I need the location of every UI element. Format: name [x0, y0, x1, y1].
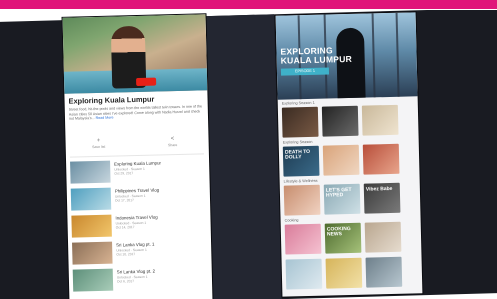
episode-meta-line2: Oct 17, 2017 [114, 198, 134, 203]
row-label: Exploring Season [282, 139, 313, 145]
video-tile[interactable] [361, 104, 399, 136]
video-tile[interactable]: Vibez Babe [363, 182, 401, 214]
tile-caption: LET'S GET HYPED [325, 186, 352, 199]
episode-title: Indonesia Travel Vlog [115, 214, 158, 221]
episode-meta: Unlocked · Season 1 Oct 10, 2017 [116, 248, 147, 257]
video-tile[interactable]: COOKING NEWS [324, 222, 362, 254]
episode-meta-line2: Oct 10, 2017 [116, 252, 136, 257]
share-button[interactable]: < Share [159, 136, 185, 148]
episode-title: Sri Lanka Vlog pt. 1 [116, 241, 155, 248]
episode-title: Exploring Kuala Lumpur [114, 160, 162, 167]
video-tile[interactable] [285, 258, 323, 290]
magenta-top-bar [0, 0, 497, 9]
video-tile[interactable] [284, 223, 322, 255]
episode-meta: Unlocked · Season 1 Oct 17, 2017 [115, 194, 146, 203]
episode-meta: Unlocked · Season 1 Oct 14, 2017 [116, 221, 147, 230]
window-frame [395, 12, 400, 97]
right-phone-screen: EXPLORING KUALA LUMPUR EPISODE 1 Explorin… [275, 12, 423, 297]
video-tile[interactable]: LET'S GET HYPED [323, 183, 361, 215]
hero-banner[interactable]: EXPLORING KUALA LUMPUR EPISODE 1 [275, 12, 418, 100]
episode-meta: Unlocked · Season 1 Oct 6, 2017 [117, 275, 148, 284]
tile-caption: COOKING NEWS [326, 225, 351, 238]
video-tile[interactable] [362, 143, 400, 175]
divider [69, 153, 204, 158]
share-label: Share [167, 143, 178, 148]
episode-item[interactable]: Indonesia Travel Vlog Unlocked · Season … [71, 212, 205, 238]
episode-meta-line2: Oct 29, 2017 [114, 171, 134, 176]
episode-title: Sri Lanka Vlog pt. 2 [116, 268, 156, 275]
video-tile[interactable]: DEATH TO DOLLY [282, 145, 320, 177]
video-tile[interactable] [283, 184, 321, 216]
episode-meta-line2: Oct 14, 2017 [115, 225, 135, 230]
video-title: Exploring Kuala Lumpur [68, 94, 155, 106]
window-frame [371, 13, 376, 98]
video-description: Street food, hit-the-pools and views fro… [69, 104, 203, 121]
tile-caption: Vibez Babe [365, 185, 393, 193]
episode-item[interactable]: Philippines Travel Vlog Unlocked · Seaso… [70, 185, 205, 211]
read-more-link[interactable]: Read More [96, 116, 114, 120]
save-list-label: Save list [92, 144, 106, 150]
hero-title: EXPLORING KUALA LUMPUR [280, 45, 360, 66]
save-list-button[interactable]: + Save list [85, 138, 111, 150]
video-tile[interactable] [325, 257, 363, 289]
episode-thumbnail [70, 187, 112, 211]
episode-meta: Unlocked · Season 1 Oct 29, 2017 [114, 167, 145, 176]
photo-scene: Exploring Kuala Lumpur Street food, hit-… [0, 10, 497, 299]
action-row: + Save list < Share [85, 136, 185, 152]
row-label: Exploring Season 1 [281, 100, 315, 106]
episode-item[interactable]: Sri Lanka Vlog pt. 2 Unlocked · Season 1… [72, 266, 207, 292]
hero-title-line2: KUALA LUMPUR [280, 53, 353, 66]
episode-meta-line2: Oct 6, 2017 [116, 279, 135, 284]
tile-caption: DEATH TO DOLLY [284, 148, 311, 161]
left-phone-screen: Exploring Kuala Lumpur Street food, hit-… [62, 14, 213, 299]
video-tile[interactable] [321, 105, 359, 137]
episode-thumbnail [71, 214, 112, 238]
video-tile[interactable] [365, 256, 403, 288]
video-tile[interactable] [364, 221, 402, 253]
youtube-play-icon[interactable] [136, 77, 157, 87]
episode-thumbnail [72, 241, 113, 265]
episode-item[interactable]: Sri Lanka Vlog pt. 1 Unlocked · Season 1… [72, 239, 206, 265]
episode-item[interactable]: Exploring Kuala Lumpur Unlocked · Season… [70, 158, 204, 184]
episode-thumbnail [72, 268, 114, 292]
hero-subtitle: EPISODE 1 [280, 67, 330, 76]
episode-thumbnail [70, 160, 111, 184]
video-player[interactable] [62, 14, 208, 94]
row-label: Lifestyle & Wellness [283, 178, 318, 184]
episode-title: Philippines Travel Vlog [114, 187, 160, 194]
row-label: Cooking [284, 218, 299, 223]
description-text: Street food, hit-the-pools and views fro… [68, 104, 203, 121]
video-tile[interactable] [281, 106, 319, 138]
video-tile[interactable] [322, 144, 360, 176]
